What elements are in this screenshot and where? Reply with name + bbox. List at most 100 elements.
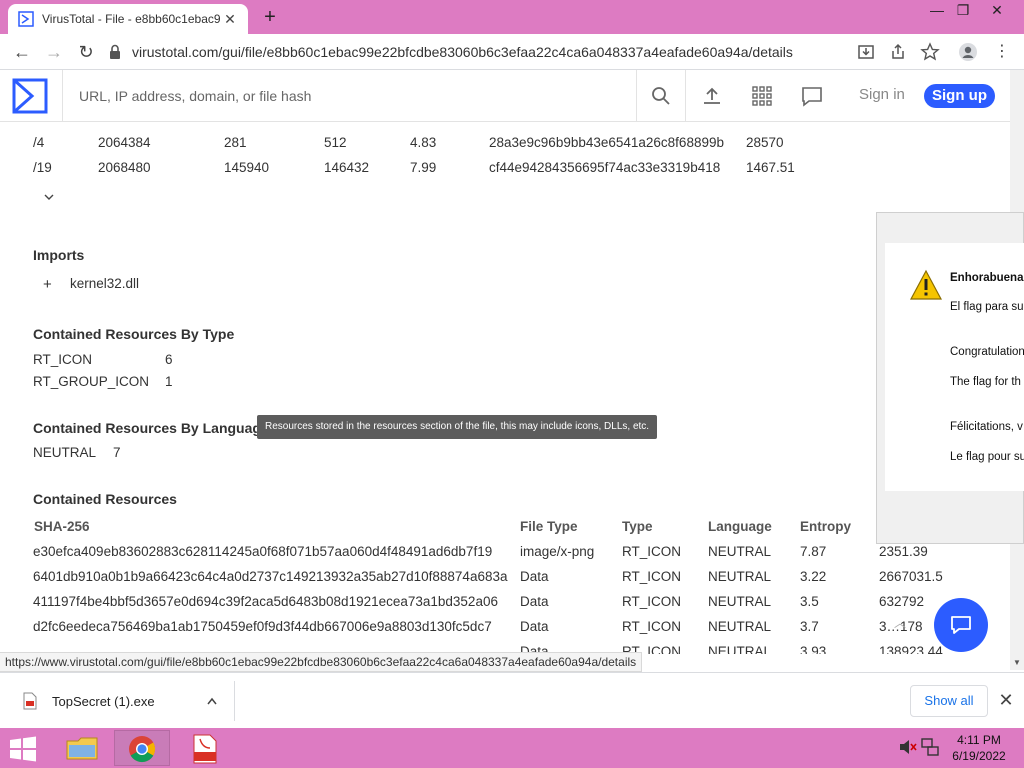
resource-chi2: 2351.39 bbox=[879, 544, 928, 559]
folder-icon bbox=[66, 737, 98, 760]
resource-entropy: 7.87 bbox=[800, 544, 827, 559]
expand-plus-icon[interactable]: + bbox=[43, 276, 52, 293]
resource-chi2: 138923.44 bbox=[879, 644, 943, 654]
taskbar-file-explorer[interactable] bbox=[54, 730, 110, 766]
section-raw-size: 512 bbox=[324, 135, 347, 150]
chevron-up-icon[interactable] bbox=[202, 695, 222, 707]
profile-avatar-icon[interactable] bbox=[958, 42, 978, 62]
chat-icon bbox=[951, 616, 971, 634]
more-menu-icon[interactable]: ⋮ bbox=[990, 40, 1014, 64]
windows-taskbar: 4:11 PM 6/19/2022 bbox=[0, 728, 1024, 768]
system-clock[interactable]: 4:11 PM 6/19/2022 bbox=[946, 732, 1012, 764]
section-md5[interactable]: cf44e94284356695f74ac33e3319b418 bbox=[489, 160, 720, 175]
chat-bubble-icon[interactable] bbox=[800, 84, 824, 108]
window-close-icon[interactable]: ✕ bbox=[980, 0, 1014, 22]
scroll-down-arrow-icon[interactable]: ▼ bbox=[1013, 658, 1021, 667]
browser-tab-strip: VirusTotal - File - e8bb60c1ebac9 ✕ + — … bbox=[0, 0, 1024, 34]
resource-file-type: Data bbox=[520, 569, 549, 584]
resource-sha256[interactable]: d2fc6eedeca756469ba1ab1750459ef0f9d3f44d… bbox=[33, 619, 492, 634]
resource-chi2: 2667031.5 bbox=[879, 569, 943, 584]
resource-type: RT_GROUP_ICON bbox=[33, 374, 150, 389]
resource-sha256[interactable]: e30efca409eb83602883c628114245a0f68f071b… bbox=[33, 544, 492, 559]
close-tab-icon[interactable]: ✕ bbox=[222, 11, 238, 28]
section-name: /19 bbox=[33, 160, 52, 175]
chat-support-button[interactable] bbox=[934, 598, 988, 652]
resource-language: NEUTRAL bbox=[708, 569, 772, 584]
dialog-line: Le flag pour su bbox=[950, 451, 1024, 463]
resources-by-language-heading[interactable]: Contained Resources By Language bbox=[33, 420, 269, 436]
browser-toolbar: ← → ↻ virustotal.com/gui/file/e8bb60c1eb… bbox=[0, 34, 1024, 70]
reload-icon[interactable]: ↻ bbox=[74, 40, 98, 64]
taskbar-chrome[interactable] bbox=[114, 730, 170, 766]
column-header-type: Type bbox=[622, 519, 653, 534]
search-icon[interactable] bbox=[649, 84, 673, 108]
resource-file-type: Data bbox=[520, 619, 549, 634]
dialog-line: Félicitations, v bbox=[950, 421, 1023, 433]
network-icon[interactable] bbox=[920, 736, 940, 758]
sign-in-link[interactable]: Sign in bbox=[859, 86, 905, 103]
sign-up-button[interactable]: Sign up bbox=[924, 84, 995, 108]
resource-type: RT_ICON bbox=[622, 544, 682, 559]
close-download-shelf-icon[interactable]: ✕ bbox=[996, 689, 1016, 711]
resource-sha256[interactable]: 411197f4be4bbf5d3657e0d694c39f2aca5d6483… bbox=[33, 594, 498, 609]
restore-icon[interactable]: ❐ bbox=[946, 0, 980, 22]
resource-type: RT_ICON bbox=[622, 594, 682, 609]
share-icon[interactable] bbox=[888, 42, 908, 62]
vt-header: Sign in Sign up bbox=[0, 70, 1010, 122]
file-details-content: /4 2064384 281 512 4.83 28a3e9c96b9bb43e… bbox=[0, 122, 1010, 654]
warning-icon bbox=[909, 269, 943, 300]
import-dll-name[interactable]: kernel32.dll bbox=[70, 276, 139, 291]
virustotal-logo-icon[interactable] bbox=[12, 78, 48, 114]
section-entropy: 7.99 bbox=[410, 160, 437, 175]
bookmark-star-icon[interactable] bbox=[920, 42, 940, 62]
link-status-bar: https://www.virustotal.com/gui/file/e8bb… bbox=[0, 652, 643, 672]
resource-type: RT_ICON bbox=[33, 352, 93, 367]
resource-entropy: 3.22 bbox=[800, 569, 827, 584]
column-header-language: Language bbox=[708, 519, 772, 534]
section-virtual-size: 281 bbox=[224, 135, 247, 150]
resource-entropy: 3.93 bbox=[800, 644, 827, 654]
section-name: /4 bbox=[33, 135, 45, 150]
scroll-to-top-icon[interactable]: ︿ bbox=[890, 614, 910, 634]
column-header-entropy: Entropy bbox=[800, 519, 852, 534]
upload-icon[interactable] bbox=[700, 84, 724, 108]
section-chi2: 1467.51 bbox=[746, 160, 795, 175]
resource-language: NEUTRAL bbox=[708, 544, 772, 559]
resource-sha256[interactable]: 6401db910a0b1b9a66423c64c4a0d2737c149213… bbox=[33, 569, 507, 584]
dialog-line: The flag for th bbox=[950, 376, 1021, 388]
forward-arrow-icon[interactable]: → bbox=[42, 40, 66, 64]
show-all-button[interactable]: Show all bbox=[910, 685, 988, 717]
resources-by-type-heading: Contained Resources By Type bbox=[33, 326, 235, 342]
dialog-line: El flag para sup bbox=[950, 301, 1024, 313]
resource-language: NEUTRAL bbox=[708, 594, 772, 609]
windows-start-icon[interactable] bbox=[8, 736, 38, 762]
resource-type: RT_ICON bbox=[622, 619, 682, 634]
volume-muted-icon[interactable] bbox=[898, 736, 918, 758]
resource-type-count: 1 bbox=[165, 374, 173, 389]
download-shelf: TopSecret (1).exe Show all ✕ bbox=[0, 672, 1024, 728]
download-file-name: TopSecret (1).exe bbox=[52, 693, 155, 709]
search-input[interactable] bbox=[79, 87, 619, 104]
browser-tab[interactable]: VirusTotal - File - e8bb60c1ebac9 ✕ bbox=[8, 4, 248, 34]
resource-entropy: 3.7 bbox=[800, 619, 819, 634]
virustotal-favicon-icon bbox=[18, 11, 34, 27]
resource-language: NEUTRAL bbox=[708, 619, 772, 634]
chrome-icon bbox=[129, 736, 156, 763]
back-arrow-icon[interactable]: ← bbox=[10, 40, 34, 64]
resource-file-type: image/x-png bbox=[520, 544, 595, 559]
resource-language: NEUTRAL bbox=[33, 445, 97, 460]
section-virtual-address: 2068480 bbox=[98, 160, 151, 175]
address-bar[interactable]: virustotal.com/gui/file/e8bb60c1ebac99e2… bbox=[108, 38, 848, 66]
section-md5[interactable]: 28a3e9c96b9bb43e6541a26c8f68899b bbox=[489, 135, 724, 150]
column-header-sha256: SHA-256 bbox=[34, 519, 90, 534]
expand-chevron-down-icon[interactable] bbox=[43, 192, 55, 202]
lock-icon bbox=[110, 44, 120, 59]
taskbar-pdf-reader[interactable] bbox=[178, 730, 234, 766]
apps-grid-icon[interactable] bbox=[750, 84, 774, 108]
download-item[interactable]: TopSecret (1).exe bbox=[10, 681, 235, 721]
section-virtual-address: 2064384 bbox=[98, 135, 151, 150]
message-dialog: Enhorabuena, El flag para sup Congratula… bbox=[876, 212, 1024, 544]
install-app-icon[interactable] bbox=[856, 42, 876, 62]
new-tab-button[interactable]: + bbox=[258, 4, 282, 30]
search-box bbox=[62, 70, 636, 121]
